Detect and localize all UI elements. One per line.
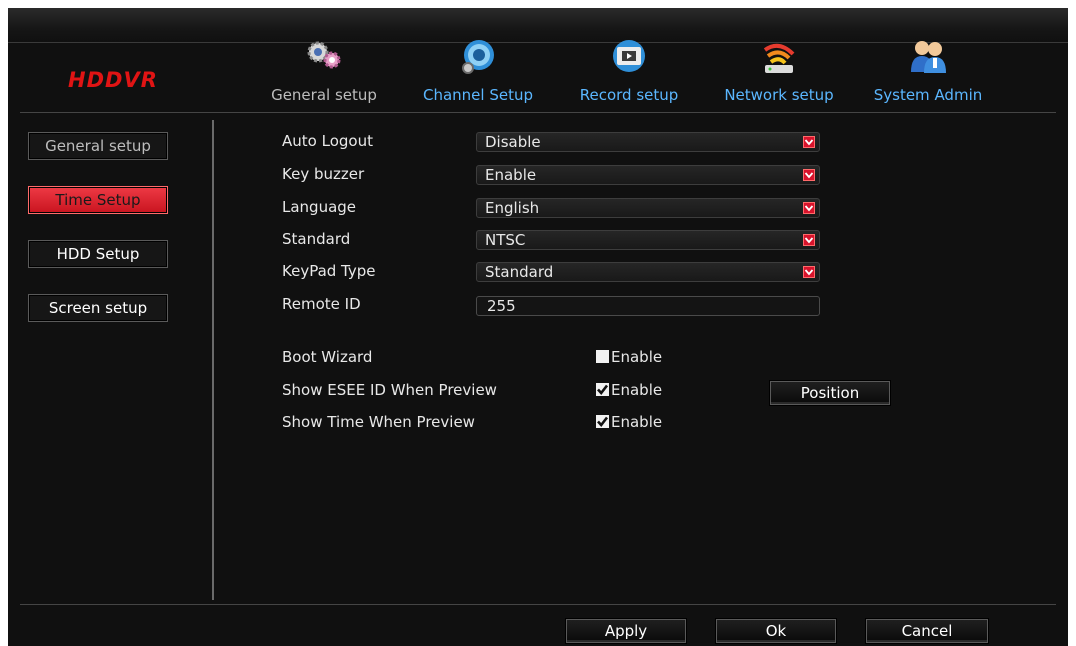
footer-divider xyxy=(20,604,1056,605)
standard-label: Standard xyxy=(282,230,351,248)
boot-wizard-checkbox[interactable]: Enable xyxy=(596,348,662,366)
show-time-checkbox[interactable]: Enable xyxy=(596,413,662,431)
language-select[interactable]: English xyxy=(476,198,820,218)
select-value: Standard xyxy=(485,263,554,281)
sidebar-divider xyxy=(212,120,214,600)
auto-logout-select[interactable]: Disable xyxy=(476,132,820,152)
sidebar-item-general-setup[interactable]: General setup xyxy=(28,132,168,160)
standard-select[interactable]: NTSC xyxy=(476,230,820,250)
keypad-type-label: KeyPad Type xyxy=(282,262,376,280)
nav-general-setup[interactable]: General setup xyxy=(260,36,388,120)
select-value: Disable xyxy=(485,133,541,151)
chevron-down-icon[interactable] xyxy=(803,169,815,181)
cancel-button[interactable]: Cancel xyxy=(866,619,988,643)
nav-network-setup[interactable]: Network setup xyxy=(712,36,846,120)
position-button[interactable]: Position xyxy=(770,381,890,405)
nav-label: System Admin xyxy=(873,86,983,104)
checkbox-unchecked-icon[interactable] xyxy=(596,350,609,363)
users-icon xyxy=(908,36,948,76)
select-value: English xyxy=(485,199,540,217)
sidebar-item-hdd-setup[interactable]: HDD Setup xyxy=(28,240,168,268)
film-icon xyxy=(609,36,649,76)
nav-label: Record setup xyxy=(579,86,679,104)
nav-label: Channel Setup xyxy=(422,86,533,104)
remote-id-label: Remote ID xyxy=(282,295,361,313)
show-esee-id-checkbox[interactable]: Enable xyxy=(596,381,662,399)
boot-wizard-label: Boot Wizard xyxy=(282,348,373,366)
nav-label: Network setup xyxy=(724,86,834,104)
dvr-window: HDDVR General setup Channel Setup Record… xyxy=(8,8,1068,646)
nav-record-setup[interactable]: Record setup xyxy=(564,36,694,120)
sidebar-item-time-setup[interactable]: Time Setup xyxy=(28,186,168,214)
apply-button[interactable]: Apply xyxy=(566,619,686,643)
checkbox-label: Enable xyxy=(611,381,663,399)
header-divider xyxy=(20,112,1056,113)
nav-system-admin[interactable]: System Admin xyxy=(862,36,994,120)
select-value: NTSC xyxy=(485,231,526,249)
show-time-label: Show Time When Preview xyxy=(282,413,475,431)
checkbox-label: Enable xyxy=(611,413,663,431)
key-buzzer-label: Key buzzer xyxy=(282,165,365,183)
app-logo: HDDVR xyxy=(68,68,158,92)
sidebar-item-screen-setup[interactable]: Screen setup xyxy=(28,294,168,322)
chevron-down-icon[interactable] xyxy=(803,234,815,246)
nav-channel-setup[interactable]: Channel Setup xyxy=(408,36,548,120)
camera-icon xyxy=(458,36,498,76)
nav-label: General setup xyxy=(271,86,377,104)
wifi-icon xyxy=(759,36,799,76)
chevron-down-icon[interactable] xyxy=(803,136,815,148)
ok-button[interactable]: Ok xyxy=(716,619,836,643)
chevron-down-icon[interactable] xyxy=(803,202,815,214)
auto-logout-label: Auto Logout xyxy=(282,132,373,150)
remote-id-input[interactable]: 255 xyxy=(476,296,820,316)
show-esee-id-label: Show ESEE ID When Preview xyxy=(282,381,497,399)
select-value: Enable xyxy=(485,166,537,184)
checkbox-checked-icon[interactable] xyxy=(596,383,609,396)
chevron-down-icon[interactable] xyxy=(803,266,815,278)
checkbox-label: Enable xyxy=(611,348,663,366)
language-label: Language xyxy=(282,198,357,216)
key-buzzer-select[interactable]: Enable xyxy=(476,165,820,185)
gears-icon xyxy=(304,36,344,76)
checkbox-checked-icon[interactable] xyxy=(596,415,609,428)
keypad-type-select[interactable]: Standard xyxy=(476,262,820,282)
